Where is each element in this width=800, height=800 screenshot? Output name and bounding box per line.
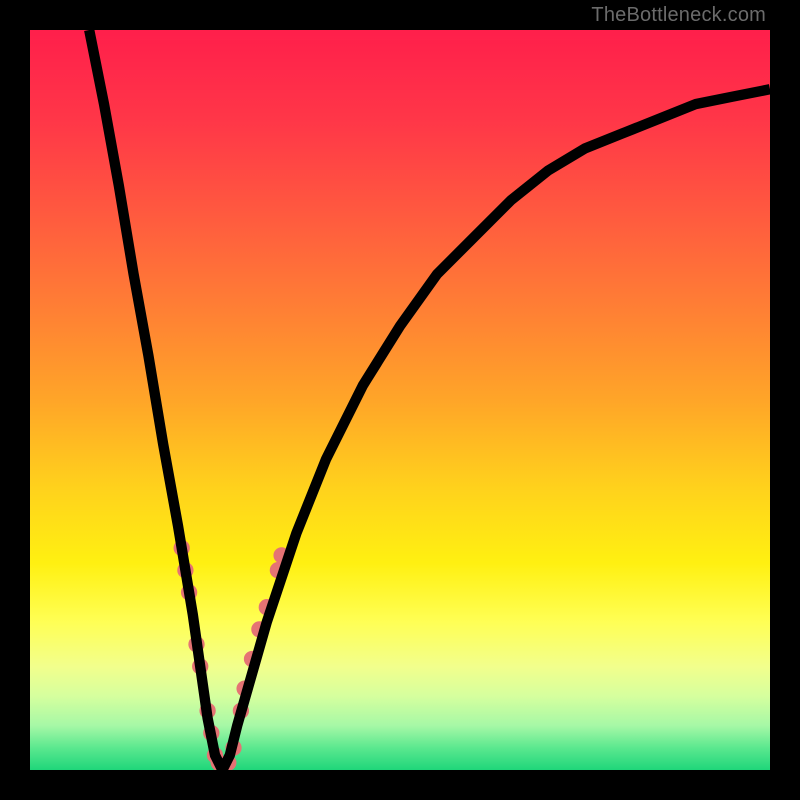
curve-line [89, 30, 770, 770]
plot-area [30, 30, 770, 770]
watermark-text: TheBottleneck.com [591, 4, 766, 27]
bottleneck-curve [30, 30, 770, 770]
chart-frame: TheBottleneck.com [0, 0, 800, 800]
